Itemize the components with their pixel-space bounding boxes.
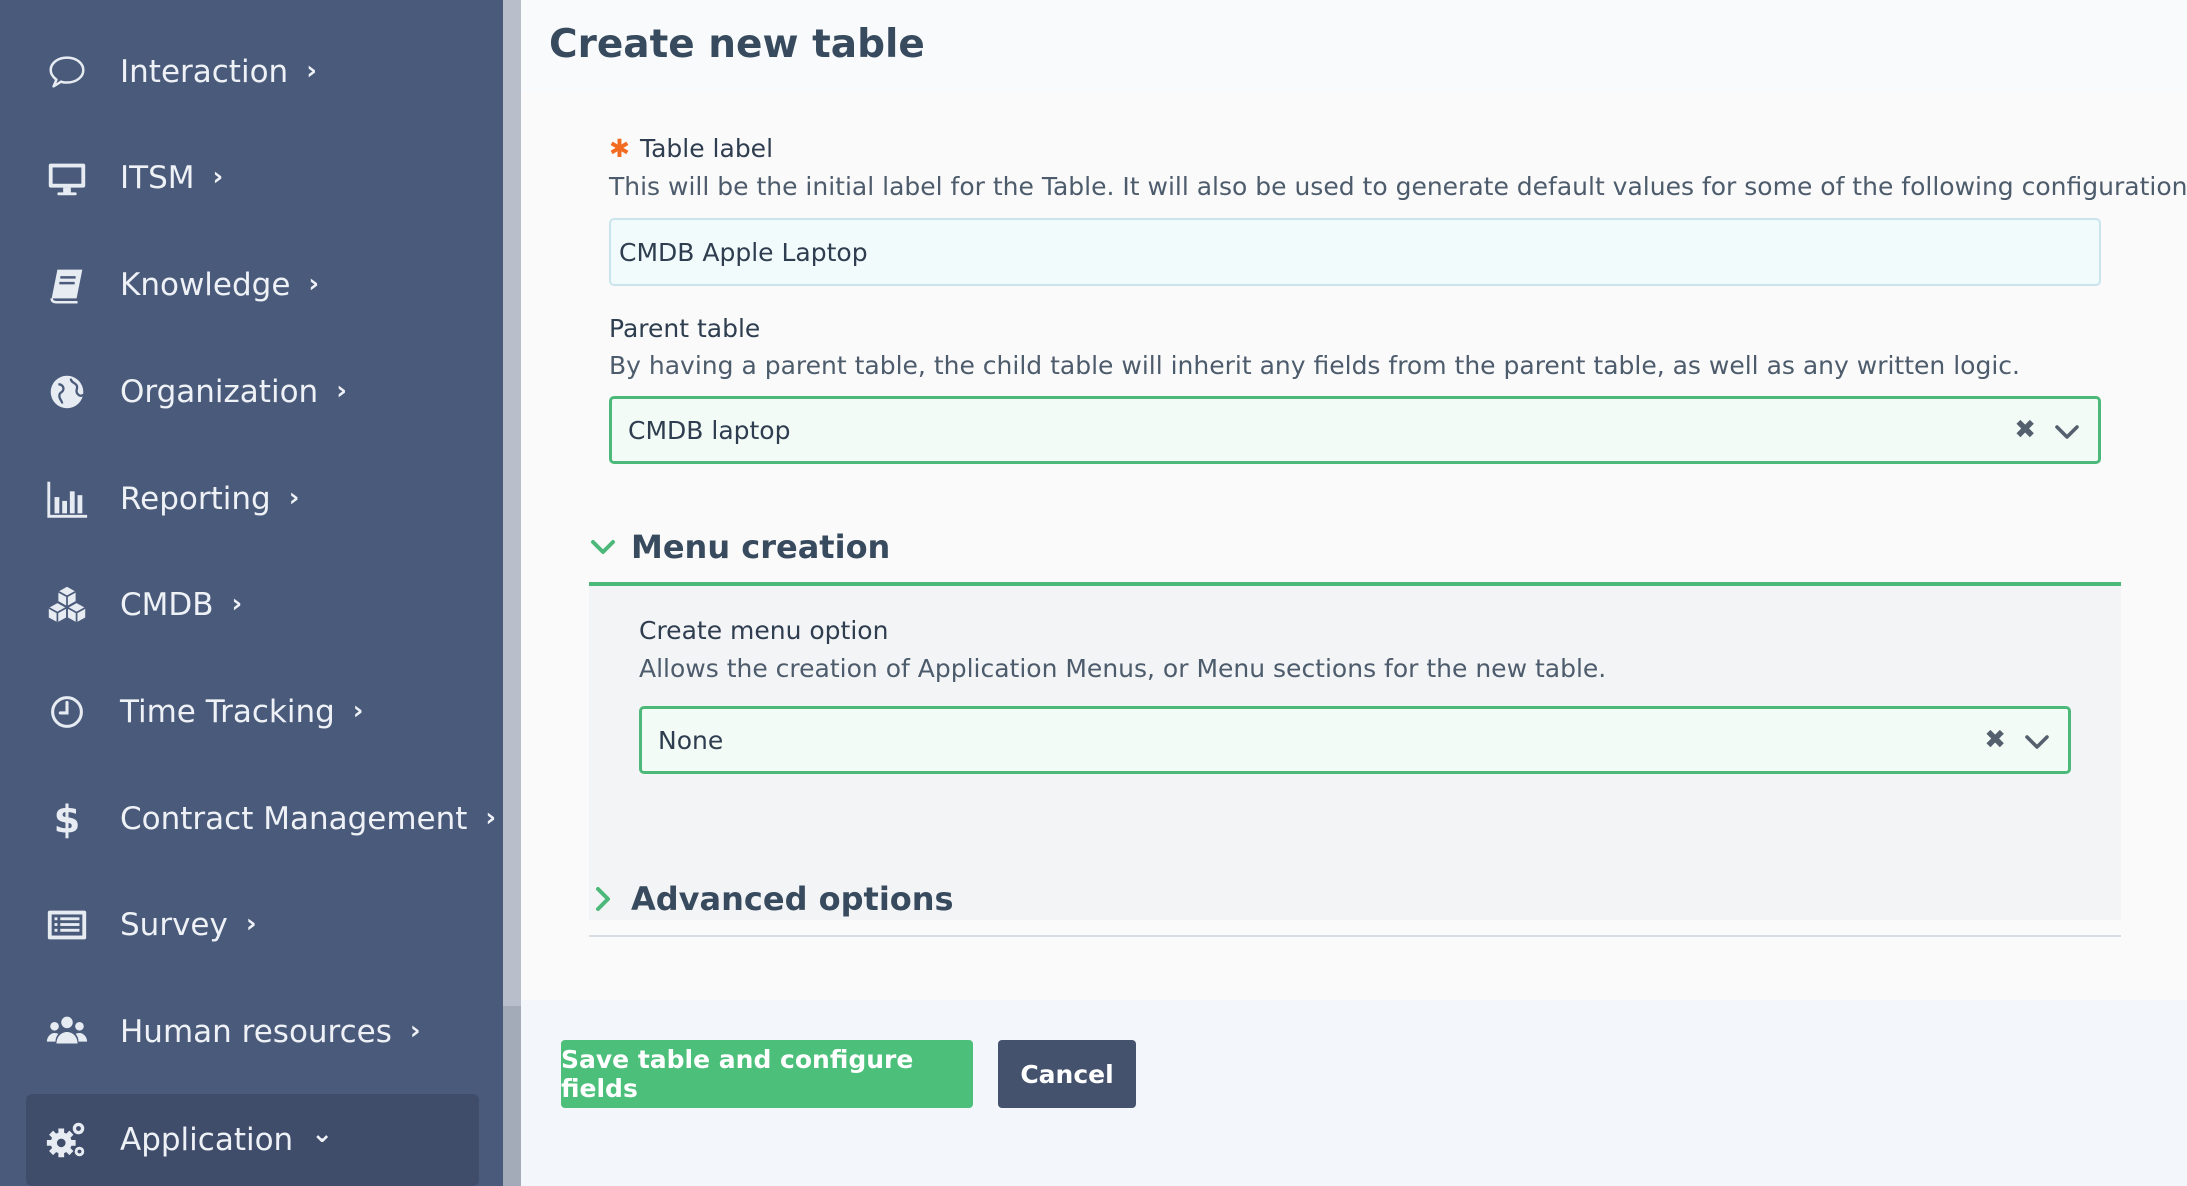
sidebar-item-label: CMDB [120,587,214,623]
cancel-button[interactable]: Cancel [998,1040,1136,1108]
table-label-help: This will be the initial label for the T… [609,172,2187,201]
section-title: Advanced options [631,880,954,918]
chevron-right-icon: › [306,56,317,86]
clock-icon [42,687,92,737]
parent-table-value: CMDB laptop [628,415,791,445]
table-label-value: CMDB Apple Laptop [619,237,868,267]
form-body: ✱ Table label This will be the initial la… [521,92,2187,1000]
clear-icon[interactable]: ✖ [2014,415,2036,445]
sidebar-item-label: Organization [120,374,319,410]
dollar-icon: $ [42,794,92,844]
sidebar: Interaction › ITSM › Knowledge › Organizati… [0,0,503,1186]
required-asterisk-icon: ✱ [609,134,630,163]
chevron-down-icon: ⌄ [311,1119,334,1149]
chevron-right-icon: › [308,269,320,299]
main-panel: Create new table ✱ Table label This will … [521,0,2187,1000]
chevron-right-icon: › [288,483,300,513]
sidebar-item-label: Application [120,1122,294,1158]
sidebar-item-cmdb[interactable]: CMDB › [0,560,503,650]
page-title: Create new table [549,22,925,67]
create-menu-option-select[interactable]: None ✖ [639,706,2071,774]
chevron-right-icon: › [409,1016,421,1046]
sidebar-item-organization[interactable]: Organization › [0,347,503,437]
sidebar-item-label: Survey [120,907,228,943]
speech-bubble-icon [42,47,92,97]
chevron-down-icon [591,540,615,554]
advanced-options-toggle[interactable]: Advanced options [589,880,954,918]
sidebar-item-label: Reporting [120,481,271,517]
sidebar-item-label: Interaction [120,54,289,90]
create-menu-option-label: Create menu option [639,616,889,645]
chevron-right-icon: › [212,162,224,192]
chevron-down-icon[interactable] [2022,727,2052,757]
users-icon [42,1007,92,1057]
chevron-right-icon: › [352,696,364,726]
table-label-input[interactable]: CMDB Apple Laptop [609,218,2101,286]
create-menu-option-help: Allows the creation of Application Menus… [639,654,1607,683]
cubes-icon [42,580,92,630]
sidebar-item-contract-management[interactable]: $ Contract Management › [0,774,503,864]
bar-chart-icon [42,474,92,524]
sidebar-item-label: Human resources [120,1014,392,1050]
gears-icon [42,1115,92,1165]
parent-table-select[interactable]: CMDB laptop ✖ [609,396,2101,464]
clear-icon[interactable]: ✖ [1984,725,2006,755]
save-table-button[interactable]: Save table and configure fields [561,1040,973,1108]
create-menu-option-value: None [658,725,724,755]
chevron-right-icon: › [336,376,347,406]
parent-table-label: Parent table [609,314,761,343]
parent-table-help: By having a parent table, the child tabl… [609,351,2020,380]
chevron-right-icon [596,887,610,911]
page-header: Create new table [521,0,2187,92]
chevron-right-icon: › [231,589,243,619]
scrollbar-thumb[interactable] [503,0,521,1006]
chevron-right-icon: › [485,803,497,833]
section-divider [589,935,2121,937]
sidebar-item-label: Knowledge [120,267,291,303]
list-icon [42,900,92,950]
form-footer: Save table and configure fields Cancel [521,1000,2187,1186]
menu-creation-panel: Create menu option Allows the creation o… [589,586,2121,920]
menu-creation-toggle[interactable]: Menu creation [589,528,890,566]
sidebar-scrollbar[interactable] [503,0,521,1186]
sidebar-item-survey[interactable]: Survey › [0,880,503,970]
book-icon [42,260,92,310]
monitor-icon [42,153,92,203]
svg-text:$: $ [54,797,81,842]
chevron-down-icon[interactable] [2052,417,2082,447]
sidebar-item-reporting[interactable]: Reporting › [0,454,503,544]
sidebar-item-label: ITSM [120,160,195,196]
sidebar-item-itsm[interactable]: ITSM › [0,133,503,223]
sidebar-item-time-tracking[interactable]: Time Tracking › [0,667,503,757]
sidebar-item-label: Contract Management [120,801,468,837]
sidebar-item-human-resources[interactable]: Human resources › [0,987,503,1077]
sidebar-item-label: Time Tracking [120,694,335,730]
sidebar-item-knowledge[interactable]: Knowledge › [0,240,503,330]
chevron-right-icon: › [245,909,257,939]
section-title: Menu creation [631,528,891,566]
globe-icon [42,367,92,417]
sidebar-item-interaction[interactable]: Interaction › [0,27,503,117]
sidebar-item-application[interactable]: Application ⌄ [26,1094,479,1186]
table-label-label: ✱ Table label [609,134,774,163]
